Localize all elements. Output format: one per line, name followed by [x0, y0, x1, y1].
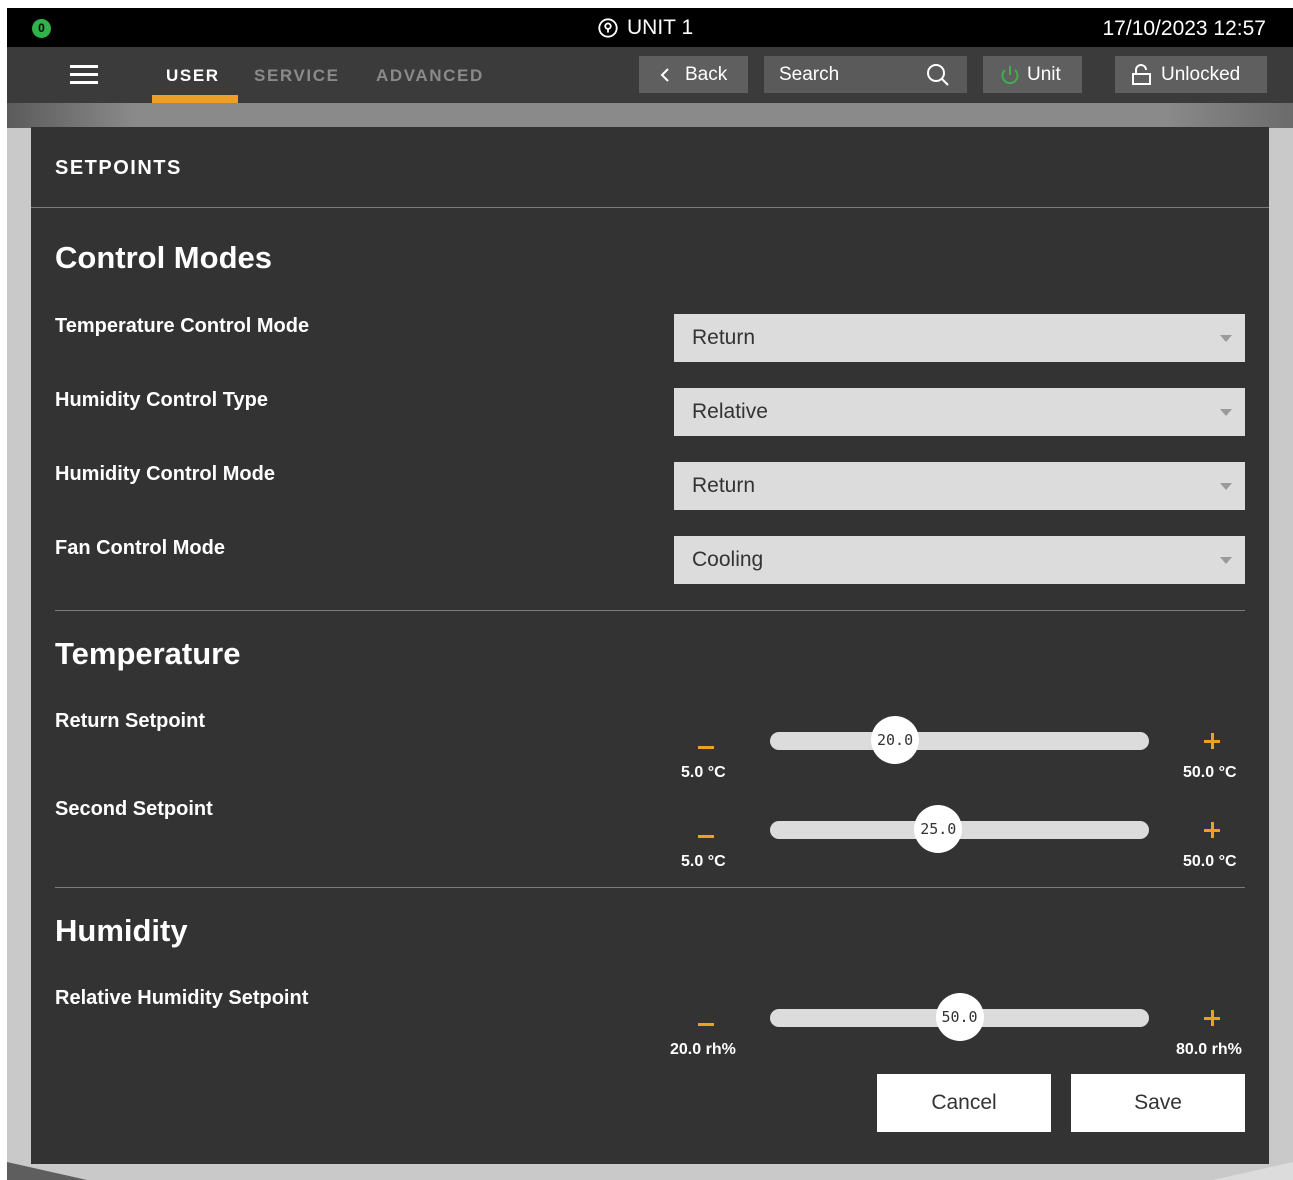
- chevron-left-icon: [660, 67, 669, 82]
- select-value: Relative: [692, 400, 768, 423]
- caret-down-icon: [1220, 557, 1232, 564]
- increase-second-setpoint-button[interactable]: [1204, 822, 1220, 838]
- slider-min-label: 5.0 °C: [681, 853, 726, 870]
- slider-label-relative-humidity-setpoint: Relative Humidity Setpoint: [55, 987, 309, 1009]
- section-title-humidity: Humidity: [55, 913, 188, 948]
- second-setpoint-slider[interactable]: 25.0: [770, 805, 1149, 853]
- return-setpoint-slider[interactable]: 20.0: [770, 716, 1149, 764]
- relative-humidity-setpoint-slider[interactable]: 50.0: [770, 993, 1149, 1041]
- slider-handle[interactable]: 25.0: [914, 805, 963, 853]
- humidity-control-mode-select[interactable]: Return: [674, 462, 1245, 510]
- section-title-temperature: Temperature: [55, 636, 241, 671]
- field-label-fan-control-mode: Fan Control Mode: [55, 537, 225, 559]
- search-icon[interactable]: [925, 62, 951, 88]
- caret-down-icon: [1220, 335, 1232, 342]
- unlock-icon: [1132, 63, 1151, 85]
- fan-control-mode-select[interactable]: Cooling: [674, 536, 1245, 584]
- section-title-control-modes: Control Modes: [55, 240, 272, 275]
- divider: [31, 207, 1269, 208]
- panel-frame-band: [7, 103, 1293, 128]
- divider: [55, 610, 1245, 611]
- unit-title: UNIT 1: [597, 15, 693, 41]
- datetime: 17/10/2023 12:57: [1102, 17, 1267, 40]
- select-value: Cooling: [692, 548, 764, 571]
- field-label-humidity-control-mode: Humidity Control Mode: [55, 463, 275, 485]
- select-value: Return: [692, 474, 756, 497]
- slider-min-label: 5.0 °C: [681, 764, 726, 781]
- unit-title-text: UNIT 1: [627, 16, 694, 39]
- frame-corner: [7, 1162, 87, 1180]
- unit-power-button[interactable]: Unit: [983, 56, 1082, 93]
- menu-icon[interactable]: [70, 65, 98, 85]
- setpoints-panel: SETPOINTS Control Modes Temperature Cont…: [31, 127, 1269, 1164]
- cancel-button[interactable]: Cancel: [877, 1074, 1051, 1132]
- tab-service[interactable]: SERVICE: [254, 66, 340, 86]
- active-tab-indicator: [152, 95, 238, 103]
- search-placeholder: Search: [779, 63, 840, 85]
- app-frame: 0 UNIT 1 17/10/2023 12:57 USER SERVICE A…: [7, 8, 1293, 1180]
- slider-min-label: 20.0 rh%: [670, 1041, 736, 1058]
- temperature-control-mode-select[interactable]: Return: [674, 314, 1245, 362]
- frame-corner: [1213, 1162, 1293, 1180]
- alarm-count-badge[interactable]: 0: [32, 19, 51, 38]
- power-icon: [1001, 65, 1019, 84]
- slider-handle[interactable]: 20.0: [871, 716, 920, 764]
- caret-down-icon: [1220, 409, 1232, 416]
- caret-down-icon: [1220, 483, 1232, 490]
- slider-handle[interactable]: 50.0: [935, 993, 984, 1041]
- lock-label: Unlocked: [1161, 63, 1241, 85]
- lock-button[interactable]: Unlocked: [1115, 56, 1267, 93]
- back-button[interactable]: Back: [639, 56, 748, 93]
- search-input[interactable]: Search: [764, 56, 967, 93]
- select-value: Return: [692, 326, 756, 349]
- tab-advanced[interactable]: ADVANCED: [376, 66, 484, 86]
- unit-label: Unit: [1027, 63, 1061, 85]
- increase-return-setpoint-button[interactable]: [1204, 733, 1220, 749]
- tab-user[interactable]: USER: [166, 66, 220, 86]
- slider-max-label: 50.0 °C: [1183, 764, 1237, 781]
- back-label: Back: [685, 63, 728, 85]
- field-label-temperature-control-mode: Temperature Control Mode: [55, 315, 310, 337]
- location-pin-icon: [598, 18, 618, 38]
- increase-humidity-setpoint-button[interactable]: [1204, 1010, 1220, 1026]
- save-button[interactable]: Save: [1071, 1074, 1245, 1132]
- page-title: SETPOINTS: [55, 157, 182, 179]
- status-bar: 0 UNIT 1 17/10/2023 12:57: [7, 8, 1293, 47]
- humidity-control-type-select[interactable]: Relative: [674, 388, 1245, 436]
- decrease-humidity-setpoint-button[interactable]: [698, 1023, 714, 1026]
- divider: [55, 887, 1245, 888]
- decrease-second-setpoint-button[interactable]: [698, 835, 714, 838]
- slider-label-second-setpoint: Second Setpoint: [55, 798, 213, 820]
- nav-bar: USER SERVICE ADVANCED Back Search Unit U…: [7, 47, 1293, 103]
- slider-max-label: 80.0 rh%: [1176, 1041, 1242, 1058]
- slider-max-label: 50.0 °C: [1183, 853, 1237, 870]
- decrease-return-setpoint-button[interactable]: [698, 746, 714, 749]
- slider-label-return-setpoint: Return Setpoint: [55, 710, 205, 732]
- field-label-humidity-control-type: Humidity Control Type: [55, 389, 268, 411]
